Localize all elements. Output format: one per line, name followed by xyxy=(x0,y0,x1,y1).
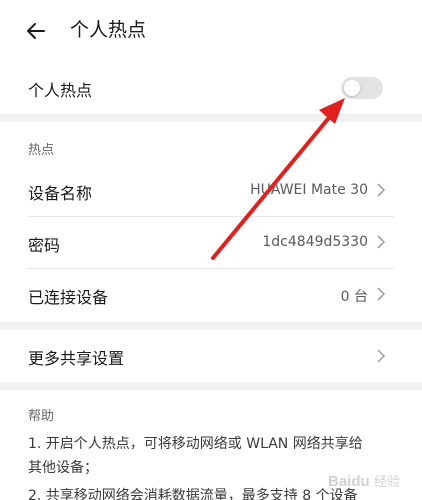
list-item-device-name[interactable]: 设备名称 HUAWEI Mate 30 xyxy=(0,165,422,215)
toggle-knob xyxy=(344,80,360,96)
section-separator xyxy=(0,114,422,122)
hotspot-toggle-label: 个人热点 xyxy=(28,81,93,100)
chevron-right-icon xyxy=(377,183,386,197)
section-separator xyxy=(0,382,422,390)
chevron-right-icon xyxy=(377,349,386,363)
back-arrow-icon[interactable] xyxy=(22,17,50,45)
connected-devices-label: 已连接设备 xyxy=(28,288,109,307)
list-item-more-sharing-settings[interactable]: 更多共享设置 xyxy=(0,330,422,382)
list-item-password[interactable]: 密码 1dc4849d5330 xyxy=(0,217,422,267)
hotspot-toggle-switch[interactable] xyxy=(341,77,383,99)
help-title: 帮助 xyxy=(28,409,55,424)
password-label: 密码 xyxy=(28,236,61,255)
section-title-hotspot: 热点 xyxy=(28,143,55,158)
section-separator xyxy=(0,322,422,330)
page-title: 个人热点 xyxy=(70,19,147,41)
svg-text:Baidu: Baidu xyxy=(328,473,370,490)
more-settings-label: 更多共享设置 xyxy=(28,349,125,368)
help-line-1: 1. 开启个人热点，可将移动网络或 WLAN 网络共享给 xyxy=(28,436,363,452)
svg-text:经验: 经验 xyxy=(374,474,400,490)
list-item-connected-devices[interactable]: 已连接设备 0 台 xyxy=(0,269,422,319)
chevron-right-icon xyxy=(377,287,386,301)
connected-devices-value: 0 台 xyxy=(340,289,368,305)
header: 个人热点 xyxy=(0,0,422,62)
device-name-value: HUAWEI Mate 30 xyxy=(250,182,368,198)
device-name-label: 设备名称 xyxy=(28,184,93,203)
password-value: 1dc4849d5330 xyxy=(262,234,368,250)
baidu-jingyan-watermark-logo: Baidu 经验 xyxy=(328,473,400,490)
chevron-right-icon xyxy=(377,235,386,249)
